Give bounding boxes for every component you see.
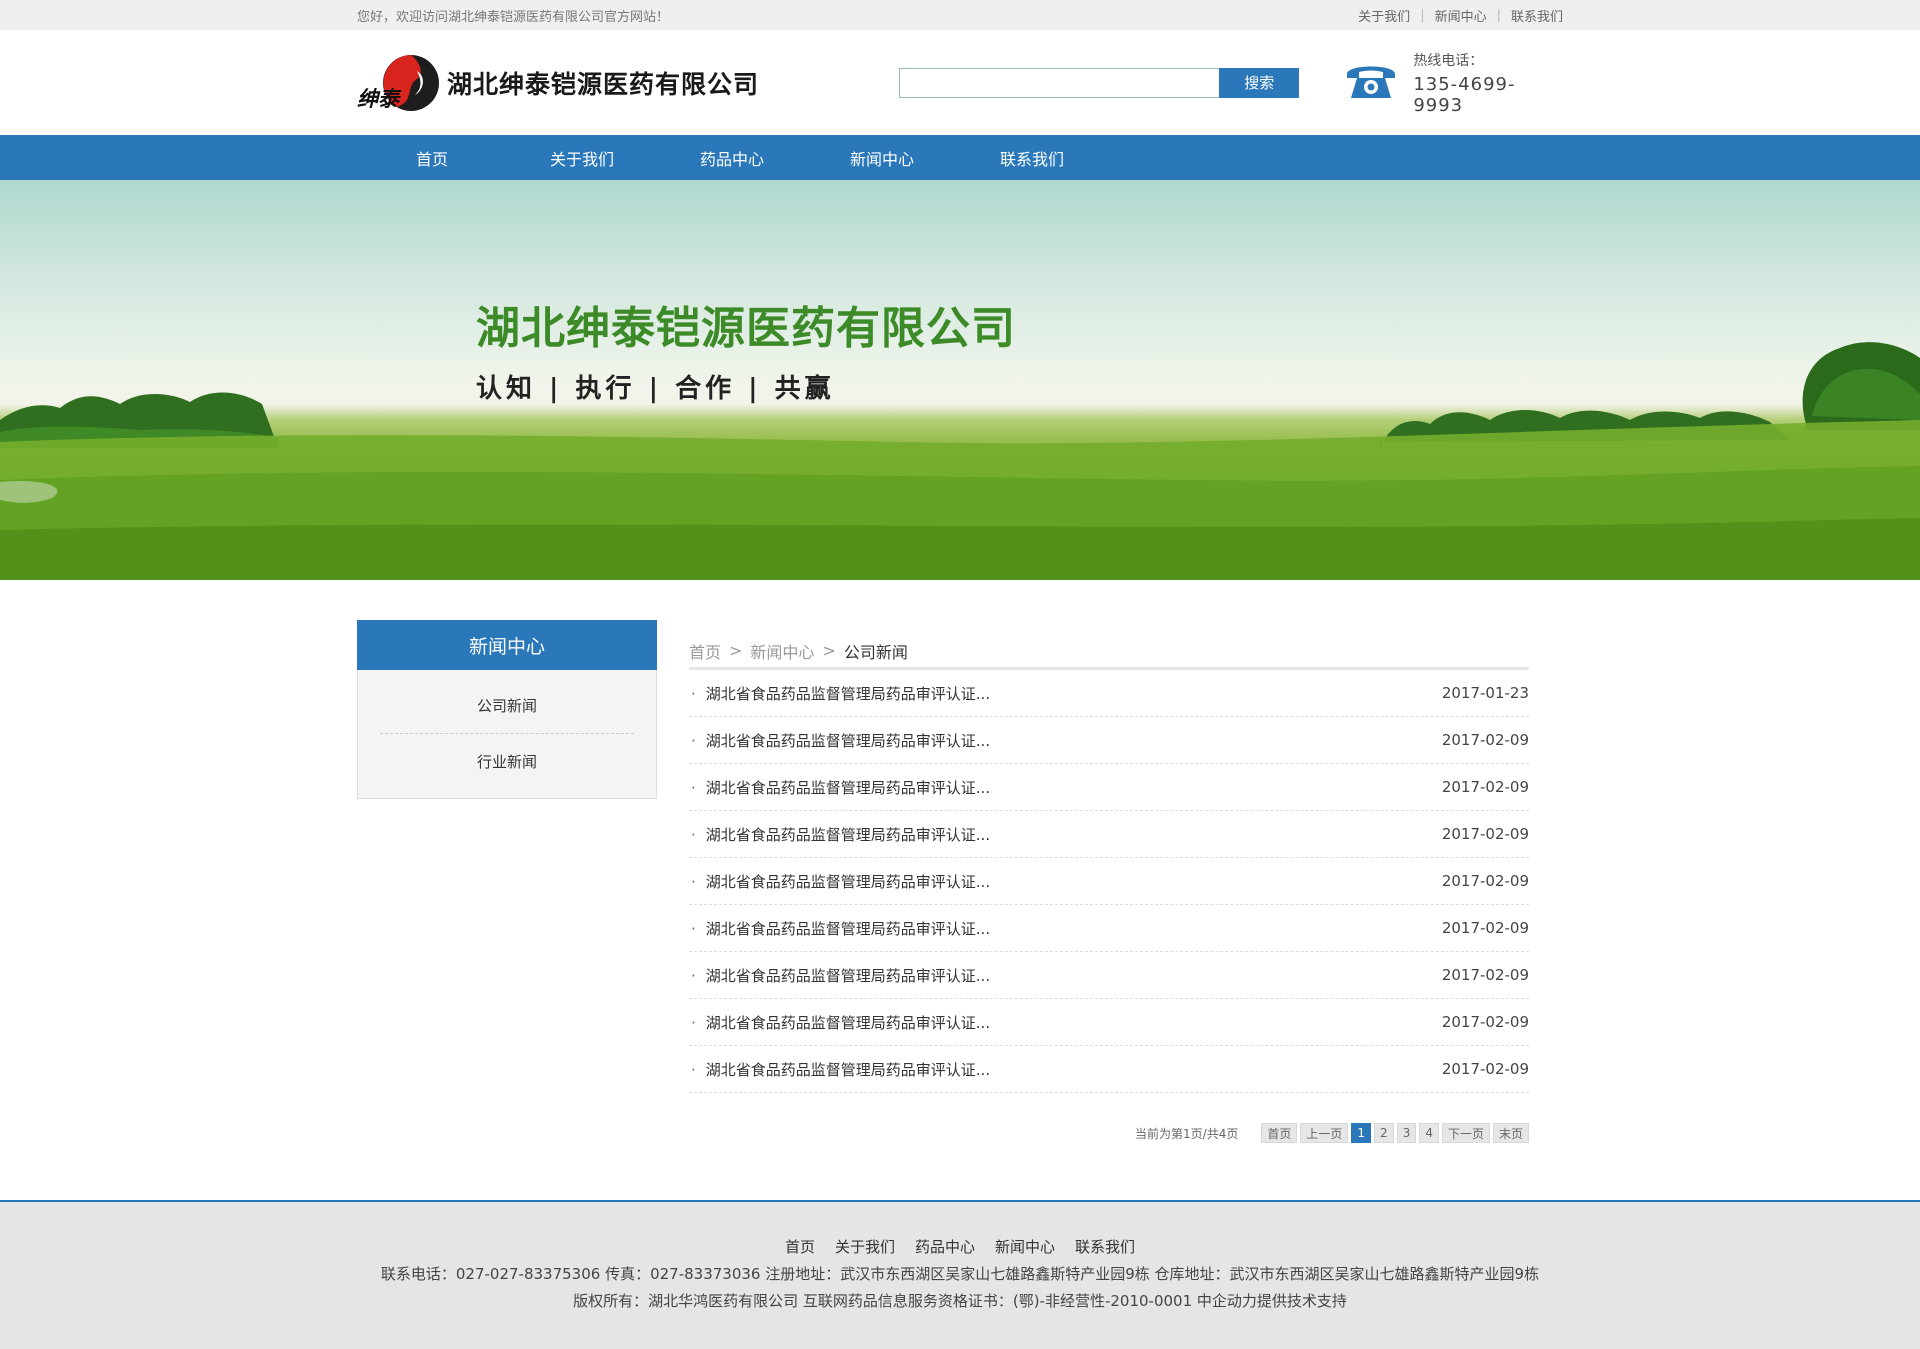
footer-link-home[interactable]: 首页 [785,1236,815,1257]
footer-link-about[interactable]: 关于我们 [835,1236,895,1257]
news-date: 2017-02-09 [1441,778,1529,796]
news-title[interactable]: 湖北省食品药品监督管理局药品审评认证... [691,965,990,986]
nav-item-home[interactable]: 首页 [357,146,507,170]
top-bar: 您好，欢迎访问湖北绅泰铠源医药有限公司官方网站！ 关于我们 | 新闻中心 | 联… [0,0,1920,30]
sidebar: 新闻中心 公司新闻 行业新闻 [357,620,657,1200]
news-title[interactable]: 湖北省食品药品监督管理局药品审评认证... [691,824,990,845]
top-link-separator: | [1496,7,1501,23]
nav-item-contact[interactable]: 联系我们 [957,146,1107,170]
footer: 首页 关于我们 药品中心 新闻中心 联系我们 联系电话：027-027-8337… [0,1200,1920,1349]
news-title[interactable]: 湖北省食品药品监督管理局药品审评认证... [691,871,990,892]
news-item: 湖北省食品药品监督管理局药品审评认证... 2017-02-09 [689,811,1529,858]
welcome-text: 您好，欢迎访问湖北绅泰铠源医药有限公司官方网站！ [357,9,670,25]
logo-mark-text: 绅泰 [357,85,399,111]
footer-link-contact[interactable]: 联系我们 [1075,1236,1135,1257]
news-item: 湖北省食品药品监督管理局药品审评认证... 2017-02-09 [689,999,1529,1046]
logo[interactable]: 绅泰 湖北绅泰铠源医药有限公司 [357,51,899,115]
pagination-prev[interactable]: 上一页 [1300,1123,1349,1143]
news-date: 2017-02-09 [1441,1013,1529,1031]
company-name: 湖北绅泰铠源医药有限公司 [447,69,760,99]
pagination-next[interactable]: 下一页 [1441,1123,1490,1143]
news-item: 湖北省食品药品监督管理局药品审评认证... 2017-02-09 [689,764,1529,811]
main-nav: 首页 关于我们 药品中心 新闻中心 联系我们 [0,135,1920,180]
top-link-about[interactable]: 关于我们 [1358,6,1410,25]
banner-slogan: 认知 | 执行 | 合作 | 共赢 [476,374,835,404]
hotline-number: 135-4699-9993 [1413,73,1516,116]
news-item: 湖北省食品药品监督管理局药品审评认证... 2017-02-09 [689,1046,1529,1093]
news-date: 2017-02-09 [1441,919,1529,937]
news-date: 2017-01-23 [1441,684,1529,702]
banner-title: 湖北绅泰铠源医药有限公司 [476,303,1016,354]
breadcrumb-news[interactable]: 新闻中心 [750,639,814,663]
news-item: 湖北省食品药品监督管理局药品审评认证... 2017-01-23 [689,670,1529,717]
news-title[interactable]: 湖北省食品药品监督管理局药品审评认证... [691,918,990,939]
news-date: 2017-02-09 [1441,1060,1529,1078]
logo-mark-icon: 绅泰 [357,51,439,115]
top-links: 关于我们 | 新闻中心 | 联系我们 [1358,6,1563,25]
main-content: 新闻中心 公司新闻 行业新闻 首页 > 新闻中心 > 公司新闻 湖北省食品药品监… [0,580,1920,1200]
footer-contact: 联系电话：027-027-83375306 传真：027-83373036 注册… [380,1265,1540,1283]
news-date: 2017-02-09 [1441,966,1529,984]
footer-link-products[interactable]: 药品中心 [915,1236,975,1257]
pagination-page-4[interactable]: 4 [1419,1123,1439,1143]
nav-item-about[interactable]: 关于我们 [507,146,657,170]
news-title[interactable]: 湖北省食品药品监督管理局药品审评认证... [691,777,990,798]
pagination-first[interactable]: 首页 [1261,1123,1298,1143]
top-link-separator: | [1420,7,1425,23]
news-date: 2017-02-09 [1441,872,1529,890]
news-item: 湖北省食品药品监督管理局药品审评认证... 2017-02-09 [689,952,1529,999]
sidebar-menu: 公司新闻 行业新闻 [357,670,657,799]
header: 绅泰 湖北绅泰铠源医药有限公司 搜索 热线电话： 135-4699-9993 [0,30,1920,135]
news-title[interactable]: 湖北省食品药品监督管理局药品审评认证... [691,1059,990,1080]
news-item: 湖北省食品药品监督管理局药品审评认证... 2017-02-09 [689,858,1529,905]
hotline: 热线电话： 135-4699-9993 [1345,50,1563,116]
breadcrumb-home[interactable]: 首页 [689,639,721,663]
footer-copyright: 版权所有：湖北华鸿医药有限公司 互联网药品信息服务资格证书：(鄂)-非经营性-2… [573,1292,1347,1310]
pagination-page-2[interactable]: 2 [1374,1123,1394,1143]
hotline-label: 热线电话： [1413,52,1484,69]
news-title[interactable]: 湖北省食品药品监督管理局药品审评认证... [691,1012,990,1033]
search-form: 搜索 [899,67,1300,98]
breadcrumb-separator: > [729,641,743,660]
footer-link-news[interactable]: 新闻中心 [995,1236,1055,1257]
nav-item-products[interactable]: 药品中心 [657,146,807,170]
breadcrumb-current: 公司新闻 [843,642,908,662]
breadcrumb-separator: > [822,641,836,660]
search-button[interactable]: 搜索 [1219,67,1300,98]
sidebar-item-company-news[interactable]: 公司新闻 [380,678,634,733]
landscape-illustration [0,342,1920,580]
top-link-contact[interactable]: 联系我们 [1511,6,1563,25]
top-link-news[interactable]: 新闻中心 [1435,6,1487,25]
news-date: 2017-02-09 [1441,825,1529,843]
breadcrumb: 首页 > 新闻中心 > 公司新闻 [689,620,1529,670]
pagination: 当前为第1页/共4页 首页 上一页 1 2 3 4 下一页 末页 [689,1123,1529,1143]
news-list: 湖北省食品药品监督管理局药品审评认证... 2017-01-23 湖北省食品药品监… [689,670,1529,1093]
pagination-page-3[interactable]: 3 [1396,1123,1417,1143]
pagination-last[interactable]: 末页 [1492,1123,1529,1143]
telephone-icon [1345,62,1397,104]
pagination-info: 当前为第1页/共4页 [1135,1126,1239,1141]
news-title[interactable]: 湖北省食品药品监督管理局药品审评认证... [691,730,990,751]
news-item: 湖北省食品药品监督管理局药品审评认证... 2017-02-09 [689,905,1529,952]
footer-links: 首页 关于我们 药品中心 新闻中心 联系我们 [0,1236,1920,1257]
news-title[interactable]: 湖北省食品药品监督管理局药品审评认证... [691,683,990,704]
news-panel: 首页 > 新闻中心 > 公司新闻 湖北省食品药品监督管理局药品审评认证... 20… [689,620,1529,1200]
pagination-page-1[interactable]: 1 [1351,1123,1372,1143]
news-item: 湖北省食品药品监督管理局药品审评认证... 2017-02-09 [689,717,1529,764]
search-input[interactable] [899,67,1220,98]
hero-banner: 湖北绅泰铠源医药有限公司 认知 | 执行 | 合作 | 共赢 [0,180,1920,580]
sidebar-title: 新闻中心 [357,620,657,670]
nav-item-news[interactable]: 新闻中心 [807,146,957,170]
sidebar-item-industry-news[interactable]: 行业新闻 [380,733,634,788]
news-date: 2017-02-09 [1441,731,1529,749]
